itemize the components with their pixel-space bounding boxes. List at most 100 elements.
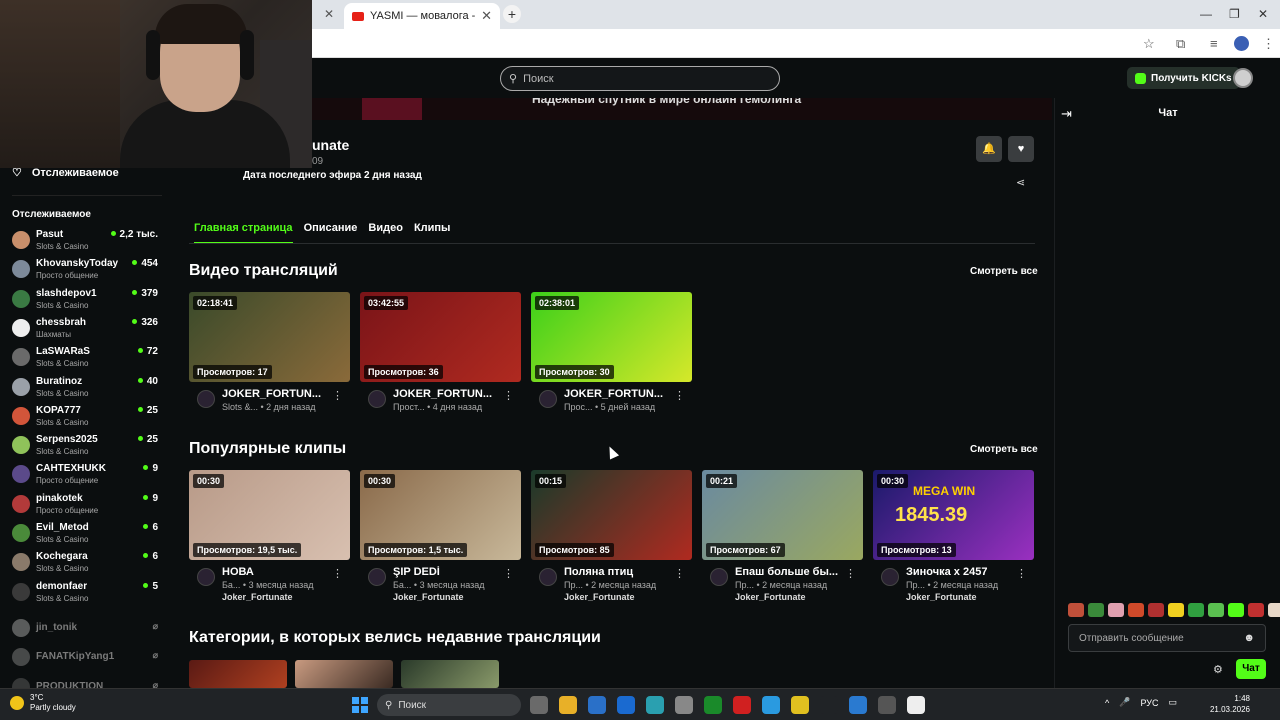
emote-icon[interactable] — [1108, 603, 1124, 617]
clip-card[interactable]: 00:15 Просмотров: 85 Поляна птиц Пр... • 2 … — [531, 470, 692, 610]
card-title[interactable]: ŞIP DEDİ — [393, 566, 511, 578]
taskbar-clock[interactable]: 1:48 21.03.2026 — [1196, 693, 1250, 715]
network-icon[interactable]: ▭ — [1168, 697, 1177, 708]
clip-card[interactable]: 00:30 Просмотров: 19,5 тыс. НОВА Ба... • 3 … — [189, 470, 350, 610]
card-title[interactable]: Епаш больше бы... — [735, 566, 853, 578]
card-author[interactable]: Joker_Fortunate — [906, 592, 977, 602]
tab-close-icon[interactable]: ✕ — [481, 8, 492, 24]
get-kicks-button[interactable]: Получить KICKs — [1127, 67, 1240, 89]
search-input[interactable] — [523, 72, 764, 85]
card-author[interactable]: Joker_Fortunate — [222, 592, 293, 602]
channel-avatar[interactable] — [197, 390, 215, 408]
tab-clips[interactable]: Клипы — [414, 222, 451, 244]
app-icon[interactable] — [907, 696, 925, 714]
card-author[interactable]: Joker_Fortunate — [564, 592, 635, 602]
emote-icon[interactable] — [1268, 603, 1280, 617]
app-icon[interactable] — [675, 696, 693, 714]
thumbnail[interactable]: 03:42:55 Просмотров: 36 — [360, 292, 521, 382]
more-options-icon[interactable]: ⋮ — [674, 389, 685, 402]
emote-icon[interactable] — [1208, 603, 1224, 617]
thumbnail[interactable]: 00:21 Просмотров: 67 — [702, 470, 863, 560]
more-options-icon[interactable]: ⋮ — [332, 567, 343, 580]
card-author[interactable]: Joker_Fortunate — [393, 592, 464, 602]
card-title[interactable]: Зиночка х 2457 — [906, 566, 1024, 578]
share-icon[interactable]: ⋖ — [1016, 176, 1025, 189]
taskbar-search[interactable]: ⚲ Поиск — [377, 694, 521, 716]
sidebar-channel[interactable]: KhovanskyToday Просто общение 454 — [12, 258, 162, 287]
tab-home[interactable]: Главная страница — [194, 222, 293, 244]
sidebar-channel[interactable]: slashdepov1 Slots & Casino 379 — [12, 288, 162, 317]
outlook-icon[interactable] — [617, 696, 635, 714]
emote-icon[interactable] — [1228, 603, 1244, 617]
channel-avatar[interactable] — [539, 390, 557, 408]
microphone-icon[interactable]: 🎤 — [1119, 697, 1130, 708]
maximize-button[interactable]: ❐ — [1229, 7, 1240, 21]
sidebar-channel[interactable]: Buratinoz Slots & Casino 40 — [12, 376, 162, 405]
telegram-icon[interactable] — [849, 696, 867, 714]
more-options-icon[interactable]: ⋮ — [845, 567, 856, 580]
chat-message-input[interactable] — [1079, 632, 1244, 644]
follow-heart-button[interactable]: ♥ — [1008, 136, 1034, 162]
sidebar-channel[interactable]: Kochegara Slots & Casino 6 — [12, 551, 162, 580]
emote-icon[interactable] — [1248, 603, 1264, 617]
thumbnail[interactable]: 00:30 Просмотров: 1,5 тыс. — [360, 470, 521, 560]
previous-tab-close[interactable]: ✕ — [324, 7, 334, 21]
bookmark-star-icon[interactable]: ☆ — [1143, 36, 1155, 52]
video-card[interactable]: 03:42:55 Просмотров: 36 JOKER_FORTUN... Про… — [360, 292, 521, 432]
chat-settings-gear-icon[interactable]: ⚙ — [1213, 663, 1223, 676]
chat-send-button[interactable]: Чат — [1236, 659, 1266, 679]
category-tile[interactable] — [295, 660, 393, 688]
sidebar-channel[interactable]: Evil_Metod Slots & Casino 6 — [12, 522, 162, 551]
videos-see-all-link[interactable]: Смотреть все — [970, 266, 1038, 277]
card-title[interactable]: НОВА — [222, 566, 340, 578]
sidebar-channel[interactable]: pinakotek Просто общение 9 — [12, 493, 162, 522]
opera-icon[interactable] — [733, 696, 751, 714]
emoji-picker-icon[interactable]: ☻ — [1243, 632, 1255, 644]
emote-icon[interactable] — [1128, 603, 1144, 617]
thumbnail[interactable]: 02:18:41 Просмотров: 17 — [189, 292, 350, 382]
channel-avatar[interactable] — [881, 568, 899, 586]
sidebar-channel[interactable]: KOPA777 Slots & Casino 25 — [12, 405, 162, 434]
collapse-chat-icon[interactable]: ⇥ — [1061, 106, 1072, 122]
more-options-icon[interactable]: ⋮ — [674, 567, 685, 580]
notification-bell-button[interactable]: 🔔 — [976, 136, 1002, 162]
card-title[interactable]: JOKER_FORTUN... — [564, 388, 682, 400]
emote-icon[interactable] — [1088, 603, 1104, 617]
category-tile[interactable] — [401, 660, 499, 688]
language-indicator[interactable]: РУС — [1140, 698, 1158, 708]
extensions-icon[interactable]: ⧉ — [1176, 36, 1185, 52]
thumbnail[interactable]: 02:38:01 Просмотров: 30 — [531, 292, 692, 382]
thumbnail[interactable]: 00:15 Просмотров: 85 — [531, 470, 692, 560]
edge-icon[interactable] — [762, 696, 780, 714]
clip-card[interactable]: 00:30 Просмотров: 1,5 тыс. ŞIP DEDİ Ба... •… — [360, 470, 521, 610]
tab-videos[interactable]: Видео — [368, 222, 403, 244]
clip-card[interactable]: 00:21 Просмотров: 67 Епаш больше бы... Пр..… — [702, 470, 863, 610]
clip-card[interactable]: MEGA WIN 1845.39 00:30 Просмотров: 13 Зиночк… — [873, 470, 1034, 610]
card-title[interactable]: Поляна птиц — [564, 566, 682, 578]
emote-icon[interactable] — [1148, 603, 1164, 617]
sidebar-channel-offline[interactable]: FANATKipYang1 ⌀ — [12, 646, 162, 675]
app-icon[interactable] — [646, 696, 664, 714]
tray-chevron-icon[interactable]: ^ — [1105, 698, 1109, 708]
task-view-icon[interactable] — [530, 696, 548, 714]
channel-avatar[interactable] — [368, 390, 386, 408]
sidebar-channel[interactable]: LaSWARaS Slots & Casino 72 — [12, 346, 162, 375]
clips-see-all-link[interactable]: Смотреть все — [970, 444, 1038, 455]
card-title[interactable]: JOKER_FORTUN... — [222, 388, 340, 400]
more-options-icon[interactable]: ⋮ — [503, 389, 514, 402]
sidebar-channel-offline[interactable]: jin_tonik ⌀ — [12, 617, 162, 646]
video-card[interactable]: 02:18:41 Просмотров: 17 JOKER_FORTUN... Slo… — [189, 292, 350, 432]
channel-avatar[interactable] — [710, 568, 728, 586]
channel-avatar[interactable] — [539, 568, 557, 586]
browser-profile-avatar[interactable] — [1234, 36, 1249, 51]
sidebar-channel[interactable]: demonfaer Slots & Casino 5 — [12, 581, 162, 610]
browser-menu-icon[interactable]: ⋮ — [1262, 36, 1275, 52]
minimize-button[interactable]: — — [1200, 7, 1212, 21]
channel-avatar[interactable] — [368, 568, 386, 586]
more-options-icon[interactable]: ⋮ — [1016, 567, 1027, 580]
user-avatar[interactable] — [1233, 68, 1253, 88]
sidebar-channel[interactable]: Pasut Slots & Casino 2,2 тыс. — [12, 229, 162, 258]
thumbnail[interactable]: 00:30 Просмотров: 19,5 тыс. — [189, 470, 350, 560]
emote-icon[interactable] — [1188, 603, 1204, 617]
more-options-icon[interactable]: ⋮ — [503, 567, 514, 580]
